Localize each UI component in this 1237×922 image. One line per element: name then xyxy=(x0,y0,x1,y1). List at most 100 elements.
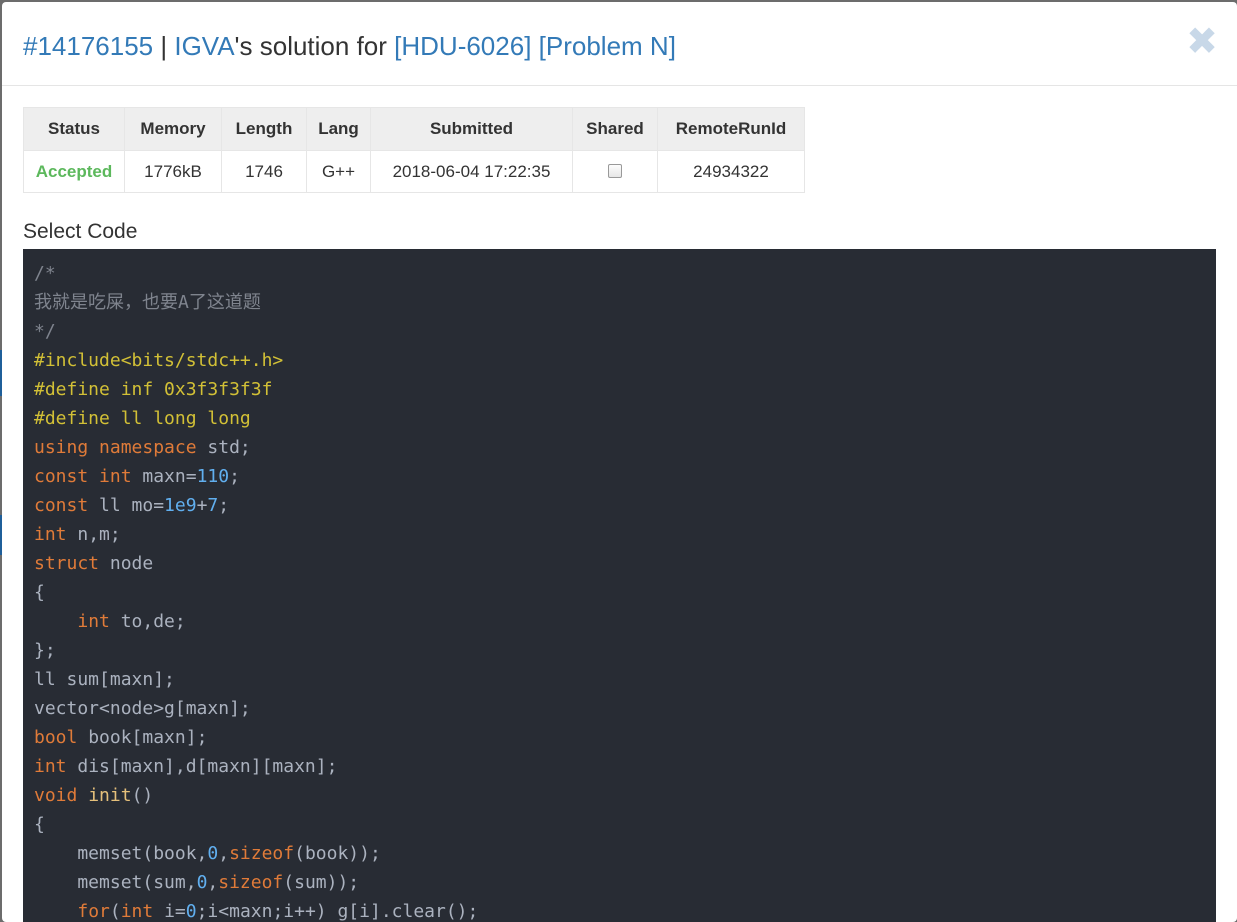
code-token: () xyxy=(131,785,154,806)
header-shared: Shared xyxy=(572,107,658,151)
code-token: int xyxy=(120,901,154,922)
code-line: { xyxy=(34,810,1216,839)
code-line: { xyxy=(34,578,1216,607)
code-token: sizeof xyxy=(218,872,284,893)
code-token: int xyxy=(34,756,67,777)
code-token: namespace xyxy=(99,437,197,458)
code-token: }; xyxy=(34,640,56,661)
code-token: /* xyxy=(34,263,56,284)
code-line: void init() xyxy=(34,781,1216,810)
code-token: book[maxn]; xyxy=(77,727,208,748)
code-token: i= xyxy=(153,901,186,922)
shared-cell xyxy=(572,150,658,193)
code-token: ( xyxy=(109,901,121,922)
submission-info-table: Status Memory Length Lang Submitted Shar… xyxy=(23,107,805,193)
title-solution-for: 's solution for xyxy=(234,31,395,61)
submission-id-link[interactable]: #14176155 xyxy=(23,31,153,61)
code-token: */ xyxy=(34,321,56,342)
code-line: struct node xyxy=(34,549,1216,578)
code-token: int xyxy=(77,611,110,632)
code-token: ;i<maxn;i++) g[i].clear(); xyxy=(196,901,479,922)
code-line: #include<bits/stdc++.h> xyxy=(34,346,1216,375)
code-line: vector<node>g[maxn]; xyxy=(34,694,1216,723)
header-submitted: Submitted xyxy=(370,107,573,151)
code-token: sizeof xyxy=(229,843,295,864)
code-token: bool xyxy=(34,727,78,748)
title-separator: | xyxy=(153,31,175,61)
code-token: , xyxy=(207,872,219,893)
code-token: #include<bits/stdc++.h> xyxy=(34,350,284,371)
code-line: 我就是吃屎，也要A了这道题 xyxy=(34,288,1216,317)
header-lang: Lang xyxy=(306,107,371,151)
code-line: using namespace std; xyxy=(34,433,1216,462)
code-token: 110 xyxy=(196,466,230,487)
code-line: #define inf 0x3f3f3f3f xyxy=(34,375,1216,404)
header-memory: Memory xyxy=(124,107,222,151)
code-token: #define inf 0x3f3f3f3f xyxy=(34,379,273,400)
code-token: 我就是吃屎，也要A了这道题 xyxy=(34,292,261,313)
code-token: ; xyxy=(218,495,230,516)
table-row: Accepted 1776kB 1746 G++ 2018-06-04 17:2… xyxy=(23,150,805,193)
code-token: void xyxy=(34,785,78,806)
code-token: ll mo= xyxy=(88,495,165,516)
length-value: 1746 xyxy=(221,150,307,193)
code-line: }; xyxy=(34,636,1216,665)
code-token: int xyxy=(99,466,132,487)
code-token: std; xyxy=(196,437,251,458)
code-token: 0 xyxy=(185,901,197,922)
code-content: /* 我就是吃屎，也要A了这道题 */ #include<bits/stdc++.h>… xyxy=(23,249,1216,922)
code-line: #define ll long long xyxy=(34,404,1216,433)
modal-title: #14176155 | IGVA's solution for [HDU-602… xyxy=(23,30,676,62)
code-line: int to,de; xyxy=(34,607,1216,636)
remote-run-id-value: 24934322 xyxy=(657,150,805,193)
code-token: 0 xyxy=(207,843,219,864)
code-token: memset(book, xyxy=(34,843,208,864)
code-token: { xyxy=(34,582,45,603)
user-link[interactable]: IGVA xyxy=(174,31,234,61)
code-token: 0 xyxy=(196,872,208,893)
shared-checkbox[interactable] xyxy=(608,164,622,179)
code-token: memset(sum, xyxy=(34,872,197,893)
code-token: to,de; xyxy=(109,611,186,632)
problem-code-link[interactable]: [HDU-6026] xyxy=(394,31,531,61)
code-token: (book)); xyxy=(294,843,381,864)
lang-value: G++ xyxy=(306,150,371,193)
code-token: , xyxy=(218,843,230,864)
code-token: 7 xyxy=(207,495,219,516)
code-line: const ll mo=1e9+7; xyxy=(34,491,1216,520)
solution-modal: #14176155 | IGVA's solution for [HDU-602… xyxy=(2,2,1237,922)
code-token: ll sum[maxn]; xyxy=(34,669,175,690)
code-line: ll sum[maxn]; xyxy=(34,665,1216,694)
code-token: (sum)); xyxy=(283,872,360,893)
code-line: const int maxn=110; xyxy=(34,462,1216,491)
code-block[interactable]: /* 我就是吃屎，也要A了这道题 */ #include<bits/stdc++.h>… xyxy=(23,249,1216,922)
code-token: init xyxy=(88,785,132,806)
code-token: #define ll long long xyxy=(34,408,251,429)
code-line: */ xyxy=(34,317,1216,346)
select-code-label: Select Code xyxy=(23,220,138,243)
table-header-row: Status Memory Length Lang Submitted Shar… xyxy=(23,107,805,151)
submitted-value: 2018-06-04 17:22:35 xyxy=(370,150,573,193)
problem-name-link[interactable]: [Problem N] xyxy=(539,31,676,61)
code-token: const xyxy=(34,466,89,487)
close-icon[interactable]: ✖ xyxy=(1185,22,1219,62)
code-token: { xyxy=(34,814,45,835)
code-line: /* xyxy=(34,259,1216,288)
code-token: dis[maxn],d[maxn][maxn]; xyxy=(66,756,338,777)
code-line: int dis[maxn],d[maxn][maxn]; xyxy=(34,752,1216,781)
code-line: bool book[maxn]; xyxy=(34,723,1216,752)
modal-header: #14176155 | IGVA's solution for [HDU-602… xyxy=(2,2,1237,86)
code-token: using xyxy=(34,437,89,458)
code-line: memset(sum,0,sizeof(sum)); xyxy=(34,868,1216,897)
code-token: 1e9 xyxy=(164,495,197,516)
header-status: Status xyxy=(23,107,125,151)
code-token: struct xyxy=(34,553,100,574)
code-token: for xyxy=(77,901,110,922)
code-line: int n,m; xyxy=(34,520,1216,549)
code-token: maxn= xyxy=(131,466,197,487)
